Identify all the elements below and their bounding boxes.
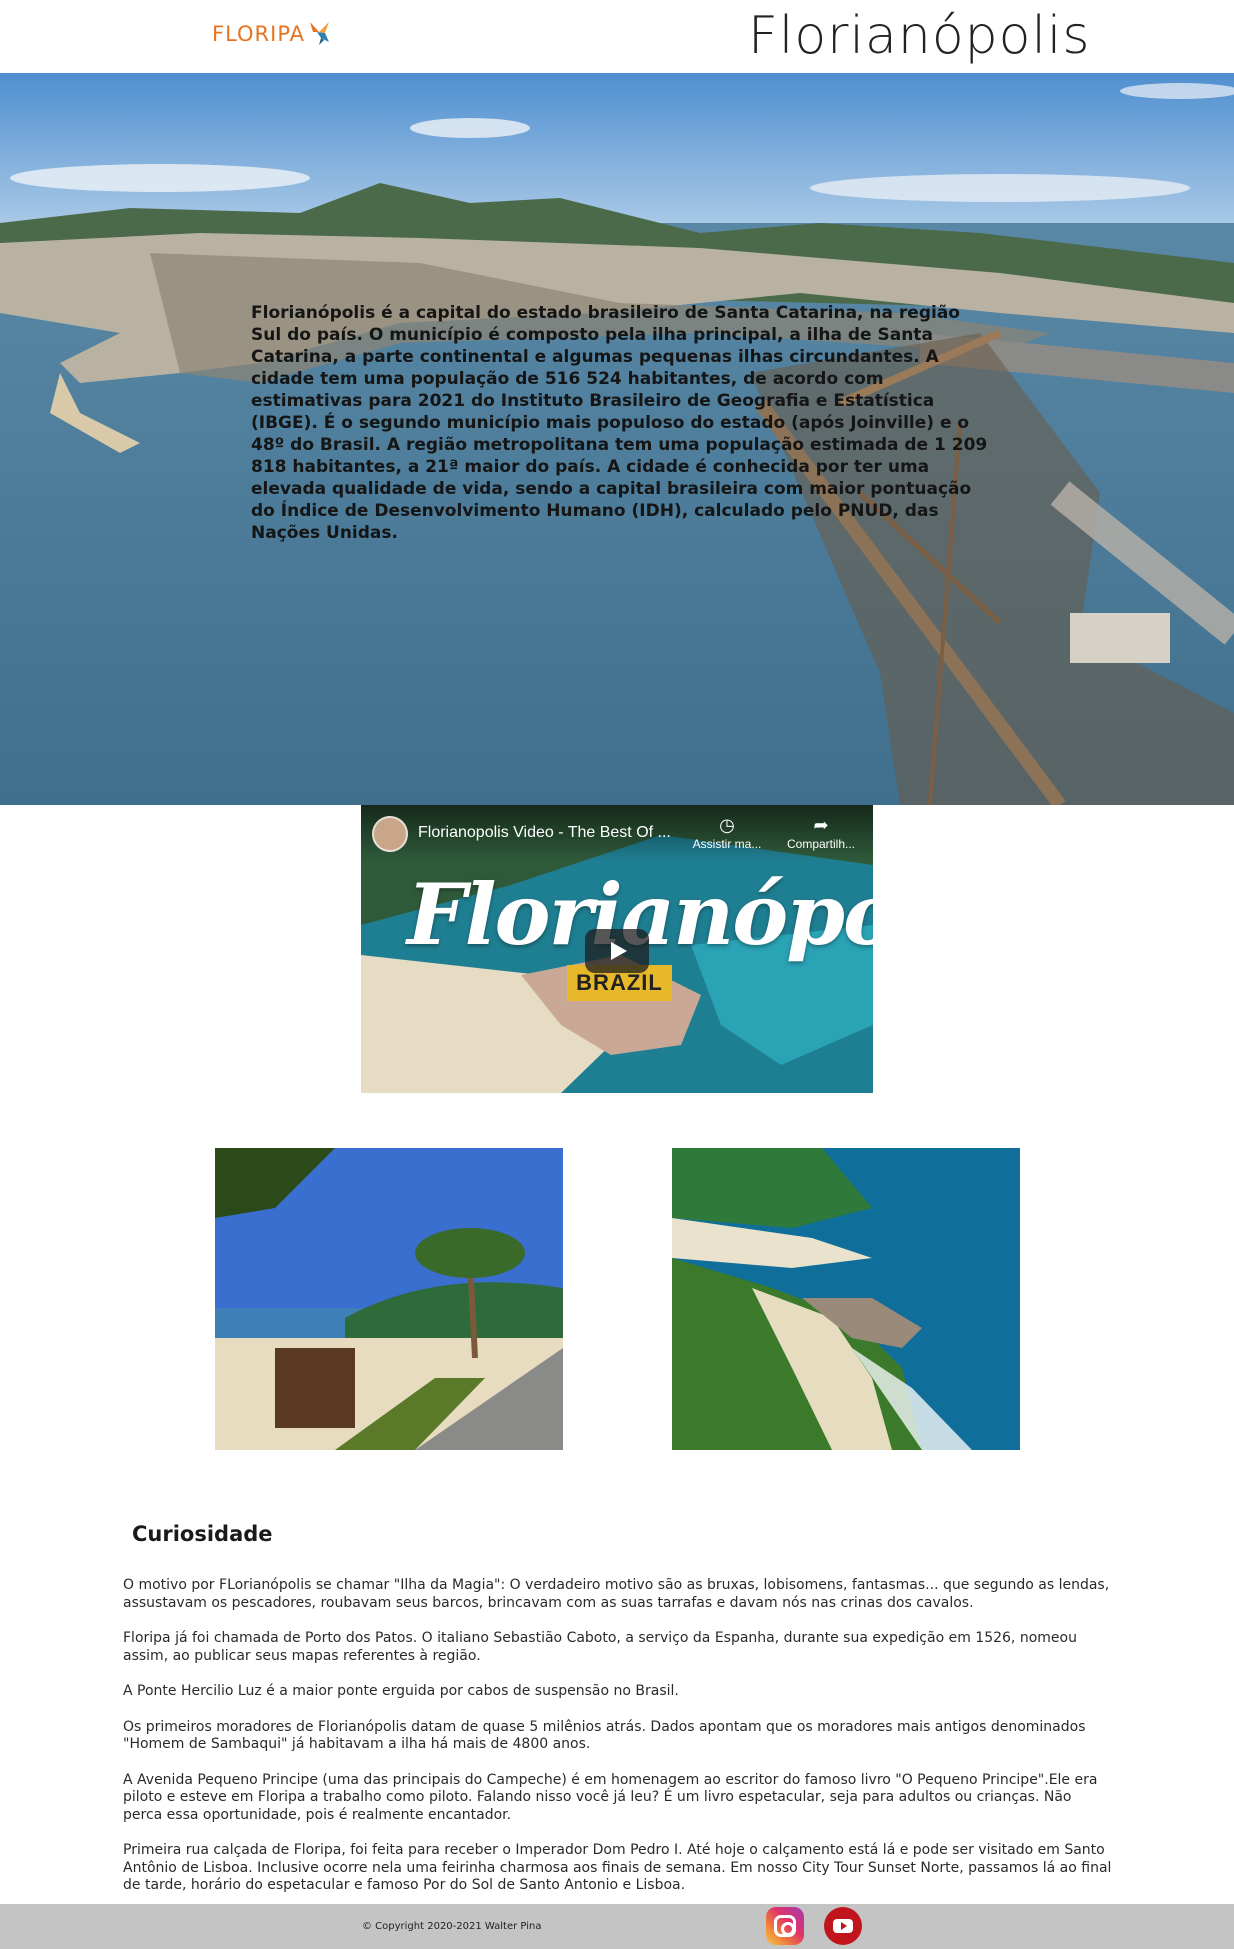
share-label: Compartilh... (786, 837, 856, 851)
hero-section: Florianópolis é a capital do estado bras… (0, 73, 1234, 805)
channel-avatar[interactable] (372, 816, 408, 852)
clock-icon: ◷ (719, 815, 735, 835)
share-arrow-icon: ➦ (813, 815, 829, 835)
page-title: Florianópolis (748, 6, 1091, 66)
instagram-icon[interactable] (766, 1907, 804, 1945)
copyright-text: © Copyright 2020-2021 Walter Pina (362, 1921, 542, 1932)
curiosidade-item: Primeira rua calçada de Floripa, foi fei… (123, 1842, 1112, 1893)
bird-icon (307, 18, 333, 50)
coastline-beach-aerial-photo (672, 1148, 1020, 1450)
watch-later-button[interactable]: ◷ Assistir ma... (687, 815, 767, 851)
share-button[interactable]: ➦ Compartilh... (781, 815, 861, 851)
watch-later-label: Assistir ma... (692, 837, 762, 851)
youtube-icon[interactable] (824, 1907, 862, 1945)
site-logo[interactable]: FLORIPA (212, 16, 333, 52)
curiosidade-item: O motivo por FLorianópolis se chamar "Il… (123, 1577, 1110, 1611)
beach-boardwalk-palm-photo (215, 1148, 563, 1450)
curiosidade-item: A Avenida Pequeno Principe (uma das prin… (123, 1771, 1098, 1823)
youtube-video-embed[interactable]: Florianopolis Video - The Best Of ... ◷ … (361, 805, 873, 1093)
curiosidade-item: A Ponte Hercilio Luz é a maior ponte erg… (123, 1683, 679, 1699)
play-icon[interactable] (585, 929, 649, 973)
video-title[interactable]: Florianopolis Video - The Best Of ... (418, 824, 671, 842)
site-footer: © Copyright 2020-2021 Walter Pina (0, 1904, 1234, 1949)
hero-description: Florianópolis é a capital do estado bras… (251, 303, 988, 543)
curiosidade-item: Os primeiros moradores de Florianópolis … (123, 1718, 1086, 1753)
curiosidade-item: Floripa já foi chamada de Porto dos Pato… (123, 1630, 1077, 1664)
curiosidade-heading: Curiosidade (132, 1522, 273, 1546)
logo-text: FLORIPA (212, 22, 306, 46)
site-header: FLORIPA Florianópolis (0, 0, 1234, 73)
curiosidade-list: O motivo por FLorianópolis se chamar "Il… (123, 1577, 1113, 1913)
